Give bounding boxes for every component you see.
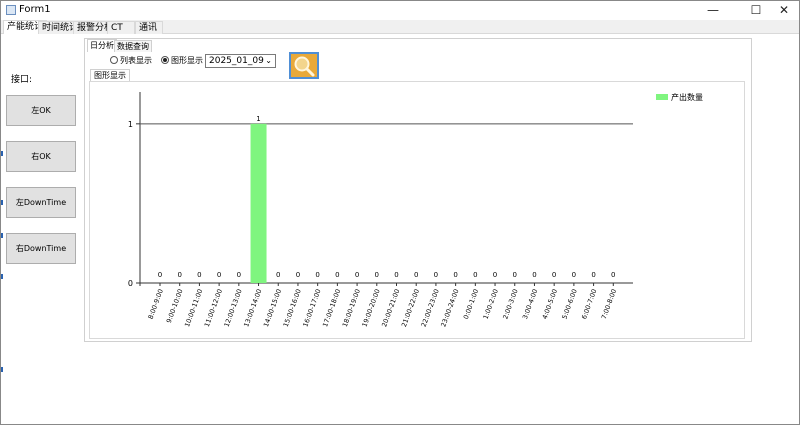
data-label: 0 xyxy=(513,271,517,279)
graph-view-label: 图形显示 xyxy=(171,56,203,65)
tab-communication[interactable]: 通讯 xyxy=(135,21,163,34)
x-tick-label: 4:00-5:00 xyxy=(541,288,559,320)
data-label: 0 xyxy=(197,271,201,279)
legend-swatch xyxy=(656,94,668,100)
data-label: 0 xyxy=(394,271,398,279)
data-label: 0 xyxy=(414,271,418,279)
data-label: 0 xyxy=(296,271,300,279)
date-select[interactable]: 2025_01_09 ⌄ xyxy=(205,54,276,68)
x-tick-label: 18:00-19:00 xyxy=(341,288,362,328)
x-tick-label: 21:00-22:00 xyxy=(400,288,421,328)
x-tick-label: 8:00-9:00 xyxy=(147,288,165,320)
x-tick-label: 10:00-11:00 xyxy=(183,288,204,328)
x-tick-label: 19:00-20:00 xyxy=(361,288,382,328)
data-label: 0 xyxy=(335,271,339,279)
left-ok-button[interactable]: 左OK xyxy=(6,95,76,126)
x-tick-label: 15:00-16:00 xyxy=(282,288,303,328)
edge-marker xyxy=(1,200,3,205)
graph-tab[interactable]: 图形显示 xyxy=(90,69,130,81)
data-label: 0 xyxy=(572,271,576,279)
x-tick-label: 5:00-6:00 xyxy=(560,288,578,320)
right-downtime-button[interactable]: 右DownTime xyxy=(6,233,76,264)
graph-panel: 0 1 0 8:00-9:00 0 9:00-10:00 0 10:00-11:00 0 11:0… xyxy=(89,81,745,339)
x-tick-label: 16:00-17:00 xyxy=(301,288,322,328)
data-label: 0 xyxy=(237,271,241,279)
x-tick-label: 3:00-4:00 xyxy=(521,288,539,320)
data-label: 0 xyxy=(158,271,162,279)
y-tick-label: 1 xyxy=(128,120,133,129)
data-label: 0 xyxy=(493,271,497,279)
title-bar: Form1 — ☐ ✕ xyxy=(1,1,799,20)
data-label: 0 xyxy=(315,271,319,279)
x-tick-label: 12:00-13:00 xyxy=(223,288,244,328)
data-label: 1 xyxy=(256,115,260,123)
window-title: Form1 xyxy=(19,4,51,15)
graph-view-radio[interactable] xyxy=(161,56,169,64)
data-label: 0 xyxy=(355,271,359,279)
list-view-radio[interactable] xyxy=(110,56,118,64)
minimize-button[interactable]: — xyxy=(696,1,730,20)
x-tick-label: 20:00-21:00 xyxy=(380,288,401,328)
x-tick-label: 2:00-3:00 xyxy=(501,288,519,320)
data-label: 0 xyxy=(276,271,280,279)
edge-marker xyxy=(1,274,3,279)
data-label: 0 xyxy=(434,271,438,279)
x-tick-label: 13:00-14:00 xyxy=(242,288,263,328)
data-label: 0 xyxy=(177,271,181,279)
edge-marker xyxy=(1,233,3,238)
app-window: Form1 — ☐ ✕ 产能统计 时间统计 报警分析 CT 通讯 接口: 左OK… xyxy=(0,0,800,425)
right-ok-button[interactable]: 右OK xyxy=(6,141,76,172)
x-tick-label: 1:00-2:00 xyxy=(482,288,500,320)
data-label: 0 xyxy=(473,271,477,279)
x-tick-label: 11:00-12:00 xyxy=(203,288,224,328)
legend-label: 产出数量 xyxy=(671,92,703,102)
chevron-down-icon: ⌄ xyxy=(265,56,272,65)
close-button[interactable]: ✕ xyxy=(767,1,800,20)
x-tick-label: 14:00-15:00 xyxy=(262,288,283,328)
list-view-label: 列表显示 xyxy=(120,56,152,65)
x-tick-label: 6:00-7:00 xyxy=(580,288,598,320)
data-label: 0 xyxy=(453,271,457,279)
edge-marker xyxy=(1,367,3,372)
data-label: 0 xyxy=(217,271,221,279)
production-chart: 0108:00-9:0009:00-10:00010:00-11:00011:0… xyxy=(128,92,703,328)
x-tick-label: 0:00-1:00 xyxy=(462,288,480,320)
bar xyxy=(250,123,267,283)
main-tab-bar: 产能统计 时间统计 报警分析 CT 通讯 xyxy=(1,20,799,34)
data-label: 0 xyxy=(375,271,379,279)
search-button[interactable] xyxy=(289,52,319,79)
data-label: 0 xyxy=(591,271,595,279)
date-value: 2025_01_09 xyxy=(209,56,264,66)
data-label: 0 xyxy=(532,271,536,279)
tab-ct[interactable]: CT xyxy=(107,21,135,34)
content-area: 接口: 左OK 右OK 左DownTime 右DownTime 日分析 数据查询… xyxy=(1,34,799,424)
edge-marker xyxy=(1,151,3,156)
y-tick-label: 0 xyxy=(128,279,133,288)
left-downtime-button[interactable]: 左DownTime xyxy=(6,187,76,218)
x-tick-label: 7:00-8:00 xyxy=(600,288,618,320)
data-label: 0 xyxy=(552,271,556,279)
data-label: 0 xyxy=(611,271,615,279)
x-tick-label: 22:00-23:00 xyxy=(420,288,441,328)
x-tick-label: 23:00-24:00 xyxy=(439,288,460,328)
port-label: 接口: xyxy=(11,75,33,85)
x-tick-label: 9:00-10:00 xyxy=(165,288,185,324)
app-icon xyxy=(6,5,16,15)
x-tick-label: 17:00-18:00 xyxy=(321,288,342,328)
magnifier-icon xyxy=(294,56,315,77)
